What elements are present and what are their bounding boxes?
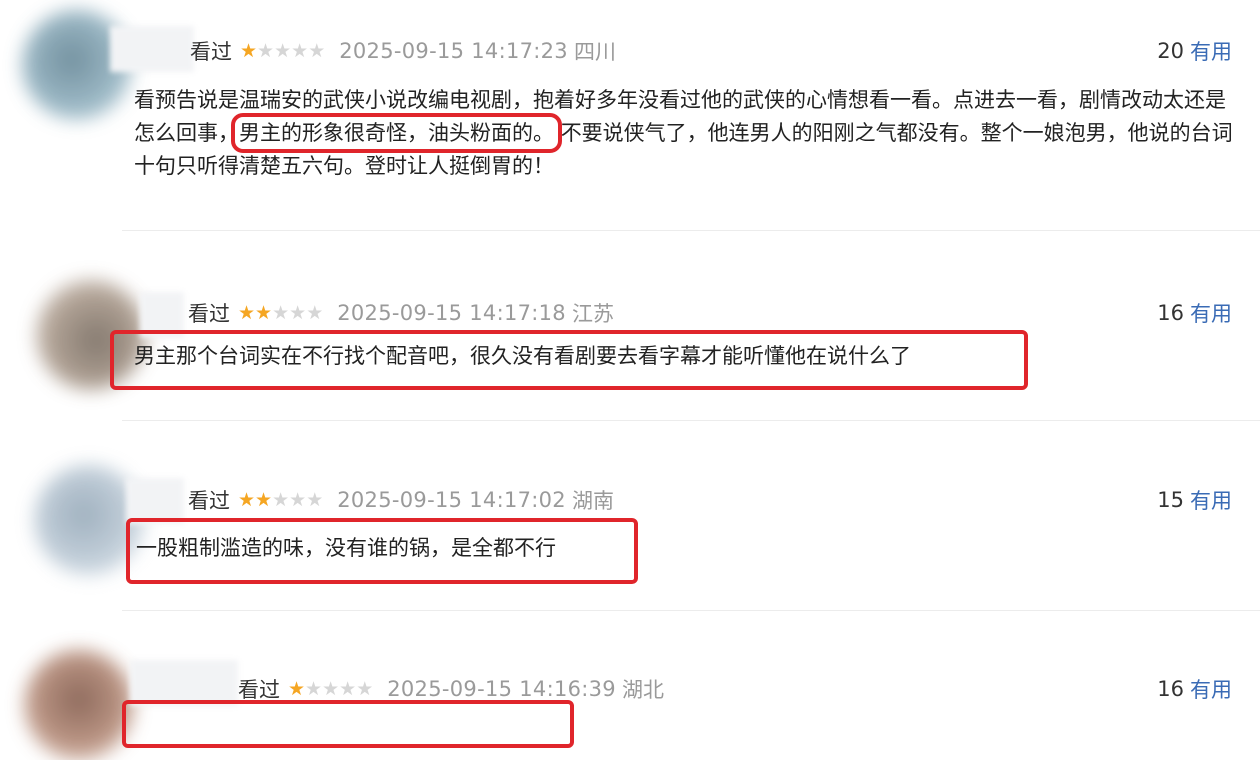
star-empty-icon: ★ (339, 677, 357, 700)
review-region: 四川 (573, 40, 616, 64)
useful-button[interactable]: 有用 (1190, 674, 1232, 704)
review-time: 2025-09-15 14:17:02 (337, 488, 566, 512)
star-filled-icon: ★ (288, 677, 306, 700)
star-empty-icon: ★ (305, 677, 323, 700)
useful-vote[interactable]: 16 有用 (1157, 298, 1232, 328)
useful-button[interactable]: 有用 (1190, 36, 1232, 66)
useful-count: 20 (1157, 39, 1184, 63)
review-time: 2025-09-15 14:17:23 (339, 39, 568, 63)
review-region: 湖北 (621, 678, 664, 702)
star-empty-icon: ★ (308, 39, 326, 62)
rating-stars: ★ ★ ★ ★ ★ (238, 488, 324, 511)
star-filled-icon: ★ (240, 39, 258, 62)
star-empty-icon: ★ (272, 488, 290, 511)
seen-label: 看过 (188, 302, 230, 326)
seen-label: 看过 (190, 40, 232, 64)
divider (122, 420, 1260, 421)
useful-count: 15 (1157, 488, 1184, 512)
avatar[interactable] (24, 650, 134, 760)
divider (122, 610, 1260, 611)
review-time: 2025-09-15 14:16:39 (387, 677, 616, 701)
star-empty-icon: ★ (274, 39, 292, 62)
star-empty-icon: ★ (272, 301, 290, 324)
review-region: 江苏 (571, 302, 614, 326)
review-meta: 看过 ★ ★ ★ ★ ★ 2025-09-15 14:17:18 江苏 (188, 298, 614, 328)
star-empty-icon: ★ (289, 488, 307, 511)
rating-stars: ★ ★ ★ ★ ★ (288, 677, 374, 700)
star-empty-icon: ★ (257, 39, 275, 62)
useful-vote[interactable]: 16 有用 (1157, 674, 1232, 704)
divider (122, 230, 1260, 231)
star-filled-icon: ★ (238, 301, 256, 324)
useful-button[interactable]: 有用 (1190, 485, 1232, 515)
useful-button[interactable]: 有用 (1190, 298, 1232, 328)
rating-stars: ★ ★ ★ ★ ★ (240, 39, 326, 62)
useful-vote[interactable]: 15 有用 (1157, 485, 1232, 515)
useful-vote[interactable]: 20 有用 (1157, 36, 1232, 66)
username-blurred[interactable] (110, 26, 194, 72)
review-meta: 看过 ★ ★ ★ ★ ★ 2025-09-15 14:17:02 湖南 (188, 485, 614, 515)
seen-label: 看过 (188, 489, 230, 513)
review-time: 2025-09-15 14:17:18 (337, 301, 566, 325)
review-content: 男主那个台词实在不行找个配音吧，很久没有看剧要去看字幕才能听懂他在说什么了 (134, 344, 911, 368)
star-empty-icon: ★ (322, 677, 340, 700)
star-filled-icon: ★ (238, 488, 256, 511)
useful-count: 16 (1157, 677, 1184, 701)
review-region: 湖南 (571, 489, 614, 513)
star-filled-icon: ★ (255, 301, 273, 324)
star-empty-icon: ★ (291, 39, 309, 62)
star-empty-icon: ★ (306, 488, 324, 511)
star-empty-icon: ★ (306, 301, 324, 324)
useful-count: 16 (1157, 301, 1184, 325)
star-empty-icon: ★ (356, 677, 374, 700)
rating-stars: ★ ★ ★ ★ ★ (238, 301, 324, 324)
star-filled-icon: ★ (255, 488, 273, 511)
review-content: 一股粗制滥造的味，没有谁的锅，是全都不行 (136, 536, 556, 560)
review-content: 看预告说是温瑞安的武侠小说改编电视剧，抱着好多年没看过他的武侠的心情想看一看。点… (134, 84, 1234, 183)
star-empty-icon: ★ (289, 301, 307, 324)
highlighted-text: 男主的形象很奇怪，油头粉面的。 (231, 113, 562, 153)
review-meta: 看过 ★ ★ ★ ★ ★ 2025-09-15 14:17:23 四川 (190, 36, 616, 66)
highlight-box (122, 700, 574, 748)
